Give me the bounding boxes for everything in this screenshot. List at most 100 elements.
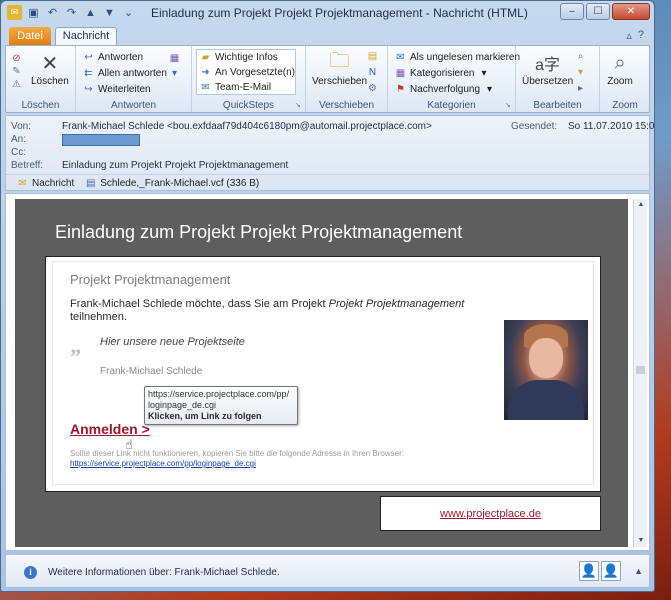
reply-all-button[interactable]: ⇇ Allen antworten [82, 67, 167, 80]
cleanup-icon[interactable]: ✎ [10, 65, 23, 78]
site-link[interactable]: www.projectplace.de [440, 508, 541, 520]
minimize-button[interactable]: – [560, 3, 584, 20]
scroll-thumb[interactable] [636, 366, 645, 374]
expand-people-pane-icon[interactable]: ▲ [634, 566, 643, 576]
team-mail-icon: ✉ [201, 82, 210, 93]
find-icon[interactable]: ⌕ [574, 50, 587, 63]
magnifier-icon: ⌕ [614, 51, 626, 74]
scroll-up-icon[interactable]: ▲ [634, 199, 648, 211]
zoom-button[interactable]: ⌕ Zoom [607, 50, 633, 88]
quickstep-label: Wichtige Infos [215, 52, 278, 63]
invite-project: Projekt Projektmanagement [328, 298, 465, 310]
tab-file[interactable]: Datei [9, 27, 51, 45]
edit-group-label: Bearbeiten [533, 100, 582, 111]
junk-icon[interactable]: ⚠ [10, 78, 23, 91]
edit-more-stack: ⌕ ▾ ▸ [574, 50, 587, 95]
onenote-icon[interactable]: N [366, 66, 379, 79]
window-title: Einladung zum Projekt Projekt Projektman… [151, 6, 528, 20]
reply-all-label: Allen antworten [98, 68, 167, 79]
move-button[interactable]: 🗀 Verschieben [312, 50, 367, 87]
rules-icon[interactable]: ▤ [366, 50, 379, 63]
from-label: Von: [11, 121, 32, 132]
translate-icon: a字 [535, 57, 561, 74]
minimize-ribbon-icon[interactable]: ▵ [626, 29, 632, 42]
login-link[interactable]: Anmelden > [70, 421, 150, 437]
related-icon[interactable]: ▾ [574, 66, 587, 79]
outlook-app-icon[interactable]: ✉ [7, 5, 22, 20]
fallback-url-link[interactable]: https://service.projectplace.com/pp/logi… [70, 459, 256, 468]
categorize-button[interactable]: ▦ Kategorisieren ▾ [394, 67, 490, 80]
quickstep-item[interactable]: ➜ An Vorgesetzte(n) [197, 65, 295, 80]
quickstep-label: Team-E-Mail [215, 82, 272, 93]
actions-icon[interactable]: ⚙ [366, 82, 379, 95]
previous-item-icon[interactable]: ▲ [83, 5, 98, 20]
help-icon[interactable]: ? [638, 29, 644, 42]
ribbon-right-controls: ▵ ? [626, 29, 644, 42]
reply-group: ↩ Antworten ⇇ Allen antworten ↪ Weiterle… [76, 46, 192, 112]
envelope-icon: ✉ [18, 177, 27, 189]
scroll-down-icon[interactable]: ▼ [634, 535, 648, 547]
save-icon[interactable]: ▣ [26, 5, 41, 20]
next-item-icon[interactable]: ▼ [102, 5, 117, 20]
site-link-box: www.projectplace.de [380, 496, 601, 531]
ignore-icon[interactable]: ⊘ [10, 52, 23, 65]
undo-icon[interactable]: ↶ [45, 5, 60, 20]
redo-icon[interactable]: ↷ [64, 5, 79, 20]
message-item-label: Nachricht [32, 177, 75, 189]
tags-group-label: Kategorien [427, 100, 476, 111]
customize-qat-icon[interactable]: ⌄ [121, 5, 136, 20]
invite-prefix: Frank-Michael Schlede möchte, dass Sie a… [70, 298, 329, 310]
project-name: Projekt Projektmanagement [70, 272, 231, 287]
quickstep-item[interactable]: ✉ Team-E-Mail [197, 80, 295, 95]
followup-button[interactable]: ⚑ Nachverfolgung ▾ [394, 83, 496, 96]
quote-author: Frank-Michael Schlede [100, 366, 203, 377]
forward-button[interactable]: ↪ Weiterleiten [82, 83, 150, 96]
link-tooltip: https://service.projectplace.com/pp/ log… [144, 386, 298, 425]
more-respond-icon[interactable]: ▾ [168, 67, 181, 80]
subject-value: Einladung zum Projekt Projekt Projektman… [62, 160, 289, 171]
sent-row: Gesendet: So 11.07.2010 15:04 [511, 121, 655, 132]
cc-row: Cc: [11, 147, 26, 158]
meeting-icon[interactable]: ▦ [168, 52, 181, 65]
from-value[interactable]: Frank-Michael Schlede <bou.exfdaaf79d404… [62, 121, 432, 132]
move-more-stack: ▤ N ⚙ [366, 50, 379, 95]
vertical-scrollbar[interactable]: ▲ ▼ [633, 199, 647, 547]
select-icon[interactable]: ▸ [574, 82, 587, 95]
outlook-message-window: ✉ ▣ ↶ ↷ ▲ ▼ ⌄ Einladung zum Projekt Proj… [0, 0, 655, 592]
zoom-group: ⌕ Zoom Zoom [600, 46, 650, 112]
quote-text: Hier unsere neue Projektseite [100, 336, 245, 348]
translate-button[interactable]: a字 Übersetzen [522, 50, 573, 87]
person-icon[interactable]: 👤 [601, 561, 621, 581]
quicksteps-gallery: ▰ Wichtige Infos ➜ An Vorgesetzte(n) ✉ T… [196, 49, 296, 95]
person-icon[interactable]: 👤 [579, 561, 599, 581]
vcard-attachment[interactable]: ▤ Schlede,_Frank-Michael.vcf (336 B) [84, 177, 259, 190]
forward-mail-icon: ➜ [201, 67, 210, 78]
people-thumbnails: 👤 👤 [579, 561, 621, 581]
recipient-chip[interactable] [62, 134, 140, 146]
reply-button[interactable]: ↩ Antworten [82, 51, 143, 64]
followup-label: Nachverfolgung [410, 84, 481, 95]
message-item[interactable]: ✉ Nachricht [16, 177, 74, 190]
tooltip-hint: Klicken, um Link zu folgen [148, 411, 262, 421]
photo-face-shape [529, 338, 563, 378]
vcard-icon: ▤ [86, 177, 96, 189]
people-info-text[interactable]: Weitere Informationen über: Frank-Michae… [48, 567, 280, 578]
delete-x-icon: ✕ [41, 52, 59, 75]
sent-value: So 11.07.2010 15:04 [567, 121, 655, 132]
cc-label: Cc: [11, 147, 26, 158]
unread-mail-icon: ✉ [396, 52, 405, 63]
photo-body-shape [508, 380, 584, 420]
invitation-card-inner: Projekt Projektmanagement Frank-Michael … [52, 261, 594, 485]
quickstep-item[interactable]: ▰ Wichtige Infos [197, 50, 295, 65]
close-button[interactable]: ✕ [612, 3, 650, 20]
html-mail-content: Einladung zum Projekt Projekt Projektman… [15, 199, 628, 547]
chevron-down-icon: ▾ [481, 68, 487, 79]
mark-unread-button[interactable]: ✉ Als ungelesen markieren [394, 51, 520, 64]
maximize-button[interactable]: ☐ [586, 3, 610, 20]
invite-suffix: teilnehmen. [70, 311, 127, 323]
window-controls: – ☐ ✕ [560, 3, 650, 20]
categorize-icon: ▦ [395, 68, 406, 79]
tab-message[interactable]: Nachricht [55, 27, 117, 46]
delete-button[interactable]: ✕ Löschen [31, 50, 69, 88]
chevron-down-icon: ▾ [487, 84, 493, 95]
